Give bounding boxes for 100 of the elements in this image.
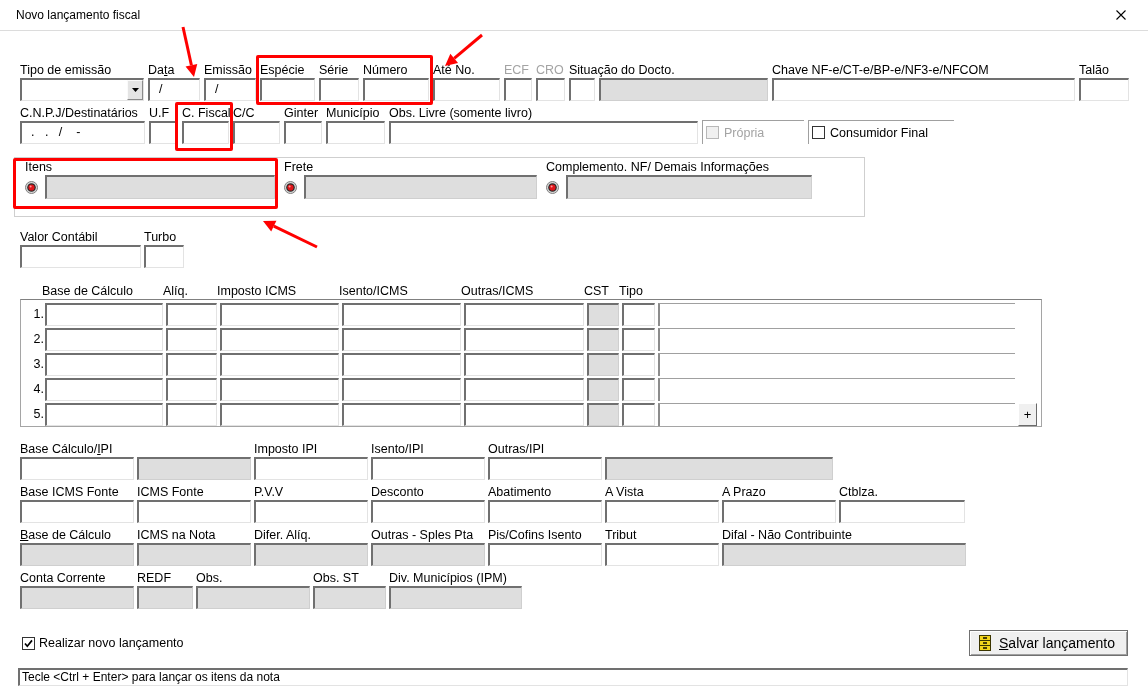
input-field[interactable]	[342, 303, 461, 326]
input-field[interactable]	[45, 353, 163, 376]
input-field[interactable]	[166, 353, 217, 376]
input-field[interactable]	[254, 500, 368, 523]
input-field[interactable]	[464, 328, 584, 351]
field-label: Difal - Não Contribuinte	[722, 527, 852, 543]
field-label: Situação do Docto.	[569, 62, 675, 78]
field-label: Tipo de emissão	[20, 62, 112, 78]
input-field[interactable]	[622, 403, 655, 426]
close-icon[interactable]	[1116, 10, 1126, 20]
input-field[interactable]	[20, 500, 134, 523]
input-field[interactable]	[45, 328, 163, 351]
field-label: Div. Municípios (IPM)	[389, 570, 507, 586]
input-field[interactable]	[389, 121, 698, 144]
target-icon	[25, 180, 38, 194]
input-field[interactable]	[569, 78, 595, 101]
input-field[interactable]	[233, 121, 280, 144]
input-field[interactable]	[284, 121, 322, 144]
input-field[interactable]	[363, 78, 429, 101]
input-field[interactable]	[137, 500, 251, 523]
input-field[interactable]	[182, 121, 229, 144]
row-number: 4.	[32, 381, 44, 398]
field-label: Pis/Cofins Isento	[488, 527, 582, 543]
field-label: Complemento. NF/ Demais Informações	[546, 160, 769, 175]
checkbox[interactable]	[812, 126, 825, 139]
input-field[interactable]	[342, 353, 461, 376]
target-icon	[546, 180, 559, 194]
input-field[interactable]	[371, 500, 485, 523]
input-field[interactable]	[464, 378, 584, 401]
input-field[interactable]	[536, 78, 565, 101]
input-field[interactable]	[772, 78, 1075, 101]
input-field[interactable]: . . / -	[20, 121, 145, 144]
field-label: Data	[148, 62, 175, 78]
field-label: C/C	[233, 105, 255, 121]
column-header: Base de Cálculo	[42, 283, 134, 299]
input-field[interactable]	[144, 245, 184, 268]
input-field[interactable]	[658, 403, 1015, 426]
input-field[interactable]	[326, 121, 385, 144]
save-button[interactable]: Salvar lançamento	[969, 630, 1128, 656]
input-field[interactable]	[260, 78, 315, 101]
input-field[interactable]	[658, 328, 1015, 351]
input-field[interactable]	[605, 500, 719, 523]
input-field[interactable]	[220, 353, 339, 376]
input-field[interactable]	[254, 457, 368, 480]
input-field[interactable]	[658, 378, 1015, 401]
input-field[interactable]	[20, 245, 141, 268]
input-field[interactable]	[488, 457, 602, 480]
field-label: CRO	[536, 62, 564, 78]
input-field[interactable]	[20, 457, 134, 480]
input-field[interactable]	[220, 328, 339, 351]
input-field[interactable]	[342, 378, 461, 401]
input-field[interactable]	[220, 403, 339, 426]
input-field[interactable]	[1079, 78, 1129, 101]
row-number: 3.	[32, 356, 44, 373]
input-field[interactable]	[166, 378, 217, 401]
input-field[interactable]	[605, 543, 719, 566]
row-number: 2.	[32, 331, 44, 348]
dropdown-button[interactable]	[127, 80, 143, 100]
input-field[interactable]	[371, 457, 485, 480]
input-field[interactable]	[722, 500, 836, 523]
field-label: Obs.	[196, 570, 223, 586]
dropdown-field[interactable]	[20, 78, 144, 101]
input-field[interactable]	[464, 303, 584, 326]
field-label: Número	[363, 62, 408, 78]
input-field[interactable]	[658, 353, 1015, 376]
input-field[interactable]	[464, 403, 584, 426]
input-field[interactable]	[504, 78, 532, 101]
input-field[interactable]	[839, 500, 965, 523]
checkbox[interactable]	[22, 636, 35, 650]
input-field[interactable]	[319, 78, 359, 101]
input-field[interactable]	[622, 378, 655, 401]
input-field[interactable]	[220, 378, 339, 401]
input-field[interactable]	[433, 78, 500, 101]
field-label: Município	[326, 105, 380, 121]
input-field[interactable]	[220, 303, 339, 326]
input-field[interactable]: /	[148, 78, 200, 101]
input-field[interactable]	[342, 403, 461, 426]
highlight-frame	[175, 102, 233, 151]
field-label: Conta Corrente	[20, 570, 106, 586]
add-button[interactable]: +	[1018, 403, 1037, 426]
input-field[interactable]	[622, 353, 655, 376]
input-field[interactable]	[166, 403, 217, 426]
input-field[interactable]	[622, 328, 655, 351]
input-field[interactable]	[658, 303, 1015, 326]
input-field[interactable]	[45, 303, 163, 326]
input-field[interactable]	[622, 303, 655, 326]
field-label: Base ICMS Fonte	[20, 484, 119, 500]
input-field[interactable]	[464, 353, 584, 376]
input-field[interactable]	[166, 303, 217, 326]
field-label: Turbo	[144, 229, 177, 245]
input-field[interactable]	[45, 378, 163, 401]
input-field[interactable]	[166, 328, 217, 351]
input-field[interactable]	[488, 500, 602, 523]
field-label: C. Fiscal	[182, 105, 231, 121]
input-field[interactable]	[45, 403, 163, 426]
input-field[interactable]	[342, 328, 461, 351]
input-field[interactable]: /	[204, 78, 256, 101]
field-label: Talão	[1079, 62, 1109, 78]
input-field[interactable]	[488, 543, 602, 566]
field-label: C.N.P.J/Destinatários	[20, 105, 138, 121]
